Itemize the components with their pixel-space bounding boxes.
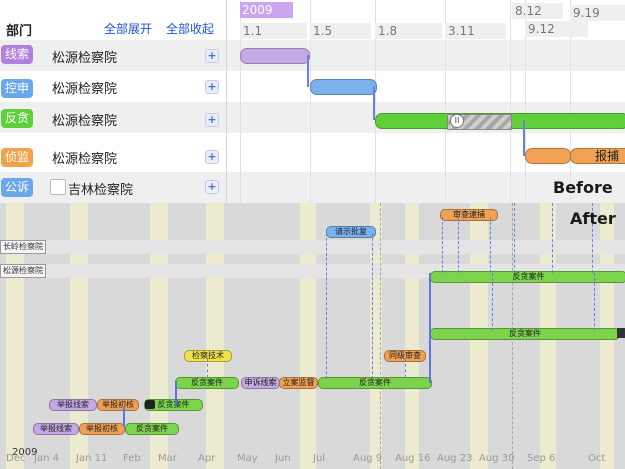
- row-label: 松源检察院: [0, 264, 46, 278]
- flag-icon: [617, 328, 625, 338]
- dept-tag: 公诉: [1, 178, 34, 197]
- row-checkbox[interactable]: [50, 179, 66, 195]
- add-icon[interactable]: +: [205, 80, 219, 94]
- year-label: 2009: [240, 2, 293, 18]
- report-clue-bar[interactable]: 举报线索: [49, 399, 97, 411]
- dept-tag: 侦监: [1, 148, 34, 167]
- date-cursor: [380, 203, 381, 469]
- dept-tag: 反贪: [1, 109, 34, 128]
- arrest-bar-label: 报捕: [595, 149, 620, 163]
- gridline: [510, 0, 511, 203]
- dept-tag: 线索: [1, 45, 34, 64]
- month-label: Jan 4: [34, 453, 59, 464]
- month-label: Jan 11: [76, 453, 108, 464]
- clue-bar[interactable]: [240, 48, 310, 64]
- dept-row: 线索 松源检察院 +: [0, 40, 226, 71]
- dependency-line: [514, 203, 515, 273]
- month-label: Mar: [158, 453, 177, 464]
- expand-all-link[interactable]: 全部展开: [104, 20, 152, 37]
- org-name: 吉林检察院: [68, 183, 134, 198]
- date-label: 1.5: [310, 23, 371, 39]
- date-label: 3.11: [445, 23, 506, 39]
- dependency-line: [492, 273, 493, 331]
- month-label: Aug 16: [395, 453, 431, 464]
- add-icon[interactable]: +: [205, 150, 219, 164]
- dependency-line: [490, 217, 491, 273]
- control-bar[interactable]: [310, 79, 377, 95]
- flag-icon: [145, 400, 155, 409]
- supervision-bar[interactable]: [525, 148, 571, 164]
- initial-check-bar[interactable]: 举报初核: [79, 423, 125, 435]
- month-label: Apr: [198, 453, 216, 464]
- case-bar[interactable]: 反贪案件: [430, 271, 625, 283]
- dependency-line: [405, 358, 406, 378]
- collapse-all-link[interactable]: 全部收起: [166, 20, 214, 37]
- month-label: Jul: [313, 453, 326, 464]
- month-label: Aug 30: [479, 453, 515, 464]
- dependency-line: [458, 217, 459, 273]
- dependency-line: [552, 203, 553, 273]
- org-name: 松源检察院: [52, 82, 118, 97]
- dept-header: 部门: [6, 24, 33, 39]
- arrest-bar[interactable]: 报捕: [570, 148, 625, 164]
- appeal-clue-bar[interactable]: 申诉线索: [241, 377, 280, 389]
- dependency-line: [207, 358, 208, 378]
- row-label: 长岭检察院: [0, 240, 46, 254]
- case-bar[interactable]: 反贪案件: [175, 377, 239, 389]
- org-name: 松源检察院: [52, 114, 118, 129]
- date-label: 1.8: [375, 23, 442, 39]
- add-icon[interactable]: +: [205, 180, 219, 194]
- dependency-line: [123, 407, 125, 427]
- pause-icon[interactable]: II: [450, 114, 464, 128]
- month-label: Feb: [123, 453, 141, 464]
- dependency-line: [372, 233, 373, 379]
- date-label: 9.19: [570, 5, 625, 21]
- after-row: [0, 240, 625, 254]
- add-icon[interactable]: +: [205, 49, 219, 63]
- month-label: Aug 23: [437, 453, 473, 464]
- dept-tag: 控申: [1, 79, 34, 98]
- date-label: 9.12: [525, 21, 588, 37]
- month-label: Sep 6: [527, 453, 556, 464]
- case-bar[interactable]: 反贪案件: [318, 377, 432, 389]
- org-name: 松源检察院: [52, 152, 118, 167]
- dept-row: 反贪 松源检察院 +: [0, 102, 226, 133]
- before-panel: 部门 全部展开 全部收起 线索 松源检察院 + 控申 松源检察院 + 反贪 松源…: [0, 0, 625, 203]
- dependency-line: [594, 273, 595, 331]
- month-label: Aug 9: [353, 453, 383, 464]
- case-bar[interactable]: 反贪案件: [125, 423, 179, 435]
- dependency-line: [175, 381, 177, 407]
- month-label: Jun: [275, 453, 291, 464]
- dependency-line: [442, 217, 443, 273]
- date-label: 1.1: [240, 23, 307, 39]
- tech-bar[interactable]: 检察技术: [184, 350, 232, 362]
- month-label: May: [237, 453, 258, 464]
- initial-check-bar[interactable]: 举报初核: [97, 399, 139, 411]
- request-reply-bar[interactable]: 请示批复: [326, 226, 376, 238]
- report-clue-bar[interactable]: 举报线索: [33, 423, 79, 435]
- dependency-line: [373, 86, 375, 120]
- dept-row: 公诉 吉林检察院 +: [0, 172, 226, 203]
- date-label: 8.12: [512, 3, 563, 19]
- after-label: After: [570, 209, 616, 228]
- dependency-line: [326, 233, 327, 379]
- org-name: 松源检察院: [52, 51, 118, 66]
- department-pane: 部门 全部展开 全部收起 线索 松源检察院 + 控申 松源检察院 + 反贪 松源…: [0, 0, 227, 203]
- dependency-line: [429, 273, 431, 383]
- add-icon[interactable]: +: [205, 113, 219, 127]
- before-label: Before: [553, 178, 613, 197]
- dept-row: 侦监 松源检察院 +: [0, 141, 226, 172]
- month-label: Oct: [588, 453, 606, 464]
- dependency-line: [307, 55, 309, 87]
- timeline-pane: 2009 8.12 9.19 1.1 1.5 1.8 3.11 9.12 II …: [227, 0, 625, 203]
- supervision-bar[interactable]: 立案监督: [279, 377, 318, 389]
- month-label: Dec: [6, 453, 26, 464]
- dependency-line: [523, 120, 525, 156]
- dept-row: 控申 松源检察院 +: [0, 71, 226, 102]
- after-panel: 长岭检察院 松源检察院 审查逮捕 请示批复 反贪案件 反贪案件 检察技术 同级审…: [0, 203, 625, 469]
- case-bar[interactable]: 反贪案件: [430, 328, 620, 340]
